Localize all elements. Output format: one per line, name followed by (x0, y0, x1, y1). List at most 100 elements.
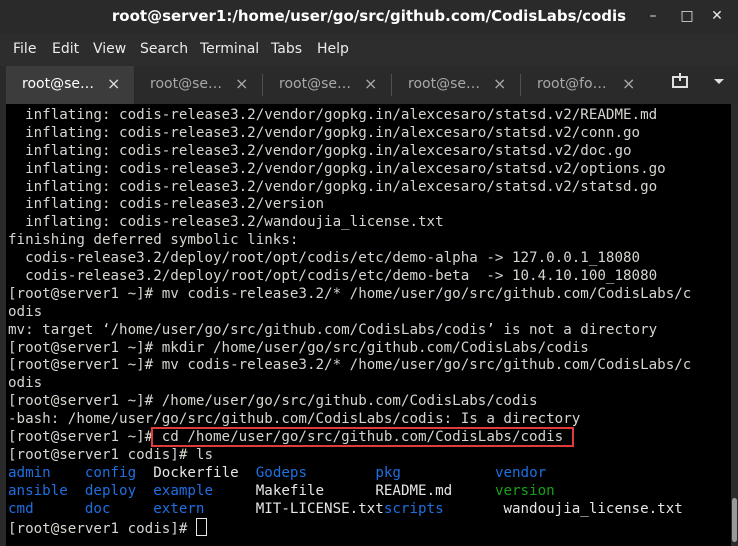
terminal-line-text: inflating: codis-release3.2/vendor/gopkg… (8, 160, 666, 177)
ls-entry: ansible (8, 482, 68, 499)
tab-label: root@se… (408, 76, 480, 92)
tab-label: root@se… (150, 76, 222, 92)
maximize-icon[interactable]: □ (677, 6, 697, 26)
terminal-line-text: odis (8, 375, 43, 392)
new-tab-icon[interactable] (671, 72, 689, 94)
terminal-line: [root@server1 ~]# cd /home/user/go/src/g… (8, 427, 691, 448)
terminal-line: [root@server1 codis]# (8, 518, 691, 538)
terminal-line-text: codis-release3.2/deploy/root/opt/codis/e… (8, 250, 641, 267)
menu-help[interactable]: Help (317, 41, 349, 57)
menu-tabs[interactable]: Tabs (271, 41, 302, 57)
ls-entry: Makefile (255, 482, 325, 499)
terminal-line-text: codis-release3.2/deploy/root/opt/codis/e… (8, 268, 658, 285)
close-tab-icon[interactable]: × (493, 74, 506, 93)
terminal-line: mv: target ‘/home/user/go/src/github.com… (8, 322, 691, 340)
terminal-line: -bash: /home/user/go/src/github.com/Codi… (8, 411, 691, 429)
ls-entry: pkg (375, 464, 401, 481)
tab-label: root@fo… (537, 76, 607, 92)
terminal-line-text: inflating: codis-release3.2/version (8, 196, 325, 213)
tab-label: root@se… (22, 76, 94, 92)
terminal-line: [root@server1 codis]# ls (8, 447, 691, 465)
terminal-line: codis-release3.2/deploy/root/opt/codis/e… (8, 268, 691, 286)
ls-entry: admin (8, 464, 51, 481)
ls-entry: cmd (8, 500, 34, 517)
menu-terminal[interactable]: Terminal (200, 41, 259, 57)
terminal-line-text: inflating: codis-release3.2/wandoujia_li… (8, 214, 444, 231)
close-icon[interactable]: ✕ (707, 6, 727, 26)
ls-entry: vendor (494, 464, 547, 481)
highlighted-command: cd /home/user/go/src/github.com/CodisLab… (151, 427, 574, 448)
menu-file[interactable]: File (13, 41, 36, 57)
tab-3[interactable]: root@se… × (263, 66, 391, 104)
ls-row: admin config Dockerfile Godeps pkg vendo… (8, 465, 691, 483)
tab-4[interactable]: root@se… × (392, 66, 520, 104)
ls-entry: version (494, 482, 555, 499)
ls-entry: Dockerfile (153, 464, 239, 481)
terminal-line-text: [root@server1 ~]# mkdir /home/user/go/sr… (8, 339, 589, 356)
close-tab-icon[interactable]: × (622, 74, 635, 93)
ls-entry: doc (84, 500, 111, 517)
ls-command: [root@server1 codis]# ls (8, 446, 213, 463)
terminal-line-text: [root@server1 ~]# mv codis-release3.2/* … (8, 285, 692, 302)
tab-5[interactable]: root@fo… × (521, 66, 649, 104)
terminal-output[interactable]: inflating: codis-release3.2/vendor/gopkg… (6, 104, 732, 546)
terminal-cursor (195, 518, 207, 537)
terminal-line: codis-release3.2/deploy/root/opt/codis/e… (8, 250, 691, 268)
terminal-line: inflating: codis-release3.2/wandoujia_li… (8, 214, 691, 232)
ls-entry: deploy (84, 482, 137, 499)
ls-entry: extern (153, 500, 205, 517)
terminal-line-text: finishing deferred symbolic links: (8, 232, 299, 249)
ls-entry: wandoujia_license.txt (503, 500, 683, 517)
close-tab-icon[interactable]: × (235, 74, 248, 93)
terminal-line: inflating: codis-release3.2/vendor/gopkg… (8, 161, 691, 179)
terminal-line-text: [root@server1 ~]# /home/user/go/src/gith… (8, 393, 538, 410)
terminal-line: inflating: codis-release3.2/vendor/gopkg… (8, 143, 691, 161)
terminal-line: inflating: codis-release3.2/vendor/gopkg… (8, 125, 691, 143)
menu-search[interactable]: Search (140, 41, 188, 57)
terminal-line-text: [root@server1 ~]# mv codis-release3.2/* … (8, 357, 692, 374)
terminal-line-text: inflating: codis-release3.2/vendor/gopkg… (8, 142, 632, 159)
terminal-line: [root@server1 ~]# mv codis-release3.2/* … (8, 357, 691, 375)
terminal-line: [root@server1 ~]# /home/user/go/src/gith… (8, 393, 691, 411)
terminal-line: [root@server1 ~]# mkdir /home/user/go/sr… (8, 340, 691, 358)
close-tab-icon[interactable]: × (364, 74, 377, 93)
menu-edit[interactable]: Edit (52, 41, 79, 57)
terminal-line: [root@server1 ~]# mv codis-release3.2/* … (8, 286, 691, 304)
ls-row: ansible deploy example Makefile README.m… (8, 483, 691, 501)
terminal-line: odis (8, 304, 691, 322)
terminal-lines: inflating: codis-release3.2/vendor/gopkg… (8, 107, 691, 538)
terminal-line: finishing deferred symbolic links: (8, 232, 691, 250)
tab-2[interactable]: root@se… × (134, 66, 262, 104)
close-tab-icon[interactable]: × (107, 74, 120, 93)
final-prompt: [root@server1 codis]# (8, 521, 196, 538)
title-bar: root@server1:/home/user/go/src/github.co… (0, 0, 738, 34)
chevron-down-icon[interactable] (713, 72, 725, 94)
terminal-line-text: mv: target ‘/home/user/go/src/github.com… (8, 321, 658, 338)
tab-1[interactable]: root@se… × (6, 66, 134, 104)
terminal-line: odis (8, 375, 691, 393)
terminal-line-text: inflating: codis-release3.2/vendor/gopkg… (8, 178, 658, 195)
terminal-line-text: inflating: codis-release3.2/vendor/gopkg… (8, 124, 641, 141)
terminal-line: inflating: codis-release3.2/version (8, 196, 691, 214)
minimize-icon[interactable]: – (643, 6, 663, 26)
terminal-line-text: odis (8, 303, 43, 320)
terminal-line-text: inflating: codis-release3.2/vendor/gopkg… (8, 107, 658, 123)
terminal-line-text: -bash: /home/user/go/src/github.com/Codi… (8, 411, 581, 428)
terminal-line: inflating: codis-release3.2/vendor/gopkg… (8, 107, 691, 125)
ls-entry: scripts (383, 500, 444, 517)
tab-label: root@se… (279, 76, 351, 92)
ls-entry: config (84, 464, 137, 481)
scrollbar-thumb[interactable] (732, 498, 737, 542)
tab-bar: root@se… × root@se… × root@se… × root@se… (0, 66, 738, 104)
ls-entry: MIT-LICENSE.txt (255, 500, 384, 517)
ls-entry: README.md (375, 482, 453, 499)
ls-entry: Godeps (255, 464, 307, 481)
menu-view[interactable]: View (93, 41, 126, 57)
scrollbar[interactable] (731, 104, 738, 546)
menu-bar: File Edit View Search Terminal Tabs Help (0, 34, 738, 66)
ls-entry: example (153, 482, 214, 499)
ls-row: cmd doc extern MIT-LICENSE.txtscripts wa… (8, 501, 691, 519)
terminal-line: inflating: codis-release3.2/vendor/gopkg… (8, 179, 691, 197)
prompt: [root@server1 ~]# (8, 429, 154, 446)
window-title: root@server1:/home/user/go/src/github.co… (111, 7, 627, 25)
